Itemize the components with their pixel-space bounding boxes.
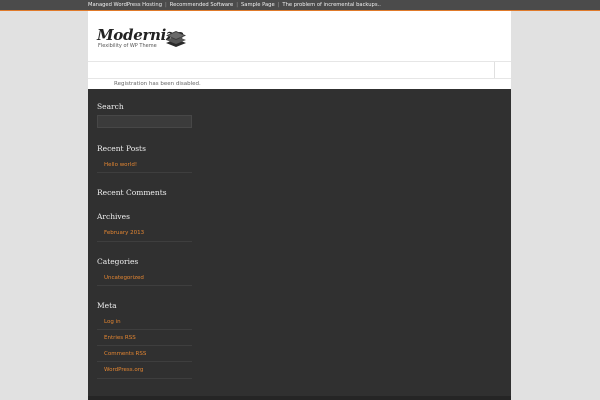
widget-divider [97,378,192,379]
meta-link-log-in[interactable]: Log in [104,318,121,326]
search-input[interactable] [97,115,192,128]
footer-strip [88,396,511,400]
archive-link[interactable]: February 2013 [104,229,144,237]
widget-title-recent-comments: Recent Comments [97,188,167,197]
widget-divider [97,285,192,286]
meta-link-wordpress-org[interactable]: WordPress.org [104,366,143,374]
stacked-layers-icon [166,31,186,47]
top-nav-separator: | [236,2,238,8]
top-nav-item-incremental-backups[interactable]: The problem of incremental backups.. [282,0,380,10]
top-nav-separator: | [165,2,167,8]
widget-title-archives: Archives [97,212,130,221]
top-nav-separator: | [277,2,280,8]
widget-divider [97,345,192,346]
top-nav-item-managed-hosting[interactable]: Managed WordPress Hosting [88,0,162,10]
menu-divider [494,62,495,78]
site-header: Modernize Flexibility of WP Theme [88,11,511,61]
meta-link-entries-rss[interactable]: Entries RSS [104,334,136,342]
top-nav-item-recommended-software[interactable]: Recommended Software [170,0,233,10]
widget-divider [97,241,192,242]
category-link[interactable]: Uncategorized [104,274,144,282]
logo-tagline: Flexibility of WP Theme [98,43,157,49]
top-nav-item-sample-page[interactable]: Sample Page [241,0,275,10]
registration-notice: Registration has been disabled. [114,81,201,87]
widget-title-categories: Categories [97,257,139,266]
widget-title-recent-posts: Recent Posts [97,144,146,153]
content-area [88,89,511,400]
main-menu-bar [88,61,511,79]
widget-title-search: Search [97,102,124,111]
widget-divider [97,172,192,173]
widget-divider [97,361,192,362]
widget-divider [97,329,192,330]
widget-title-meta: Meta [97,301,117,310]
meta-link-comments-rss[interactable]: Comments RSS [104,350,146,358]
recent-post-link[interactable]: Hello world! [104,161,137,169]
top-nav: Managed WordPress Hosting | Recommended … [88,0,381,10]
